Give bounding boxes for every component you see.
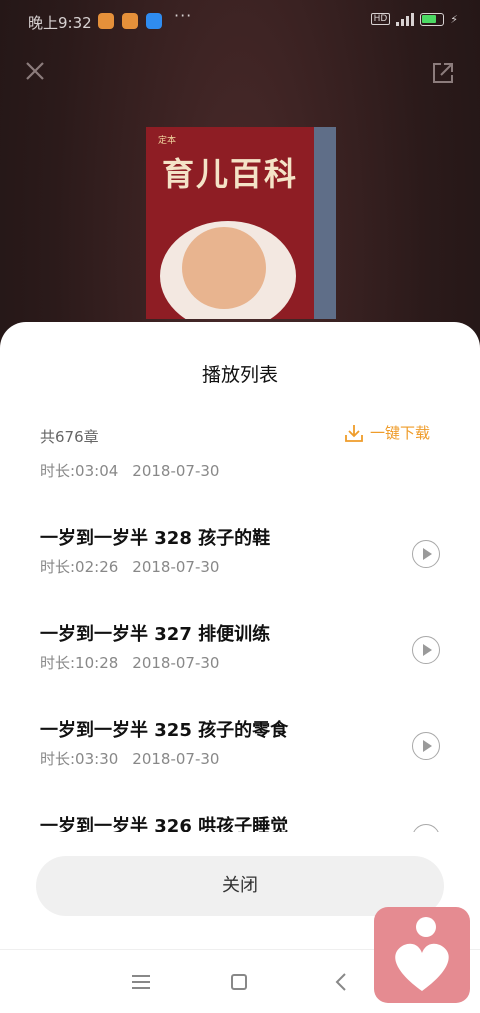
list-item[interactable]: 时长:03:04 2018-07-30 bbox=[0, 452, 480, 524]
app-notification-icon bbox=[98, 13, 114, 29]
play-icon[interactable] bbox=[412, 540, 440, 568]
chapter-meta: 时长:03:04 2018-07-30 bbox=[40, 460, 219, 481]
chapter-meta: 时长:02:26 2018-07-30 bbox=[40, 556, 219, 577]
chapter-list[interactable]: 时长:03:04 2018-07-30 一岁到一岁半 328 孩子的鞋 时长:02… bbox=[0, 452, 480, 832]
app-notification-icon bbox=[122, 13, 138, 29]
play-icon[interactable] bbox=[412, 732, 440, 760]
close-icon[interactable] bbox=[24, 60, 46, 82]
more-notifications-icon: ··· bbox=[174, 6, 193, 25]
chapter-title: 一岁到一岁半 325 孩子的零食 bbox=[40, 720, 289, 741]
chapter-title: 一岁到一岁半 326 哄孩子睡觉 bbox=[40, 816, 289, 832]
home-icon[interactable] bbox=[231, 974, 247, 990]
cover-title: 育儿百科 bbox=[162, 155, 299, 193]
charging-icon: ⚡ bbox=[450, 12, 458, 26]
list-item[interactable]: 一岁到一岁半 326 哄孩子睡觉 bbox=[0, 812, 480, 832]
floating-app-button[interactable] bbox=[374, 907, 470, 1003]
status-time: 晚上9:32 bbox=[28, 14, 92, 32]
hd-icon: HD bbox=[370, 13, 391, 25]
heart-person-icon bbox=[395, 917, 449, 991]
cover-small-text: 定本 bbox=[158, 136, 177, 146]
signal-icon bbox=[396, 12, 415, 26]
baby-photo bbox=[182, 227, 266, 309]
chapter-meta: 时长:10:28 2018-07-30 bbox=[40, 652, 219, 673]
share-icon[interactable] bbox=[432, 62, 454, 84]
play-icon[interactable] bbox=[412, 824, 440, 832]
chapter-count: 共676章 bbox=[40, 428, 99, 446]
chapter-duration: 时长:02:26 bbox=[40, 558, 119, 576]
app-notification-icon bbox=[146, 13, 162, 29]
list-item[interactable]: 一岁到一岁半 325 孩子的零食 时长:03:30 2018-07-30 bbox=[0, 716, 480, 812]
battery-icon bbox=[420, 12, 445, 26]
status-bar: 晚上9:32 ··· HD ⚡ bbox=[0, 0, 480, 44]
book-cover: 定本 育儿百科 bbox=[146, 127, 336, 319]
back-icon[interactable] bbox=[334, 972, 348, 992]
chapter-meta: 时长:03:30 2018-07-30 bbox=[40, 748, 219, 769]
download-icon bbox=[345, 424, 363, 442]
chapter-title: 一岁到一岁半 328 孩子的鞋 bbox=[40, 528, 271, 549]
download-all-button[interactable]: 一键下载 bbox=[344, 422, 430, 443]
play-icon[interactable] bbox=[412, 636, 440, 664]
chapter-title: 一岁到一岁半 327 排便训练 bbox=[40, 624, 271, 645]
chapter-date: 2018-07-30 bbox=[132, 750, 220, 768]
chapter-duration: 时长:03:30 bbox=[40, 750, 119, 768]
list-item[interactable]: 一岁到一岁半 328 孩子的鞋 时长:02:26 2018-07-30 bbox=[0, 524, 480, 620]
chapter-duration: 时长:10:28 bbox=[40, 654, 119, 672]
download-all-label: 一键下载 bbox=[370, 424, 431, 442]
sheet-title: 播放列表 bbox=[201, 364, 278, 386]
chapter-duration: 时长:03:04 bbox=[40, 462, 119, 480]
chapter-date: 2018-07-30 bbox=[132, 558, 220, 576]
list-item[interactable]: 一岁到一岁半 327 排便训练 时长:10:28 2018-07-30 bbox=[0, 620, 480, 716]
chapter-date: 2018-07-30 bbox=[132, 654, 220, 672]
menu-icon[interactable] bbox=[132, 975, 150, 989]
chapter-date: 2018-07-30 bbox=[132, 462, 220, 480]
